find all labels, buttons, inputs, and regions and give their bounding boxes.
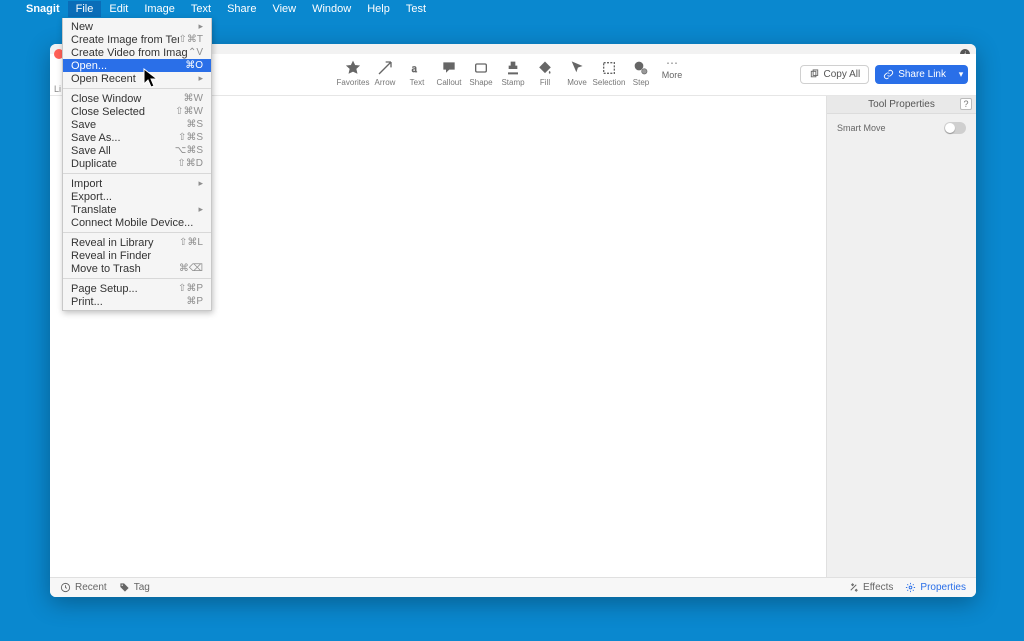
menu-close-window[interactable]: Close Window⌘W: [63, 92, 211, 105]
tool-fill[interactable]: Fill: [532, 60, 558, 87]
menu-close-selected[interactable]: Close Selected⇧⌘W: [63, 105, 211, 118]
menu-export[interactable]: Export...: [63, 190, 211, 203]
menu-separator: [63, 88, 211, 89]
copy-all-button[interactable]: Copy All: [800, 65, 870, 84]
smart-move-row: Smart Move: [827, 114, 976, 142]
tool-step[interactable]: Step: [628, 60, 654, 87]
menubar-item-text[interactable]: Text: [183, 1, 219, 17]
toolbar-right-actions: Copy All Share Link ▾: [800, 54, 969, 95]
help-button[interactable]: ?: [960, 98, 972, 110]
toolbar-tools: Favorites Arrow a Text Callout Shape Sta…: [340, 54, 684, 95]
shape-icon: [473, 60, 489, 76]
menu-open[interactable]: Open...⌘O: [63, 59, 211, 72]
tool-properties-panel: Tool Properties ? Smart Move: [826, 96, 976, 577]
menu-reveal-in-library[interactable]: Reveal in Library⇧⌘L: [63, 236, 211, 249]
effects-icon: [848, 582, 859, 593]
smart-move-toggle[interactable]: [944, 122, 966, 134]
menu-save[interactable]: Save⌘S: [63, 118, 211, 131]
menu-separator: [63, 278, 211, 279]
menu-create-image-from-template[interactable]: Create Image from Template...⇧⌘T: [63, 33, 211, 46]
menubar-item-file[interactable]: File: [68, 1, 102, 17]
footer-effects[interactable]: Effects: [848, 582, 893, 593]
smart-move-label: Smart Move: [837, 123, 886, 133]
share-link-button[interactable]: Share Link: [875, 65, 954, 84]
svg-text:a: a: [412, 61, 418, 75]
menu-separator: [63, 173, 211, 174]
footer-recent[interactable]: Recent: [60, 582, 107, 593]
footer-tag[interactable]: Tag: [119, 582, 150, 593]
menubar-item-test[interactable]: Test: [398, 1, 434, 17]
menu-print[interactable]: Print...⌘P: [63, 295, 211, 308]
callout-icon: [441, 60, 457, 76]
move-icon: [569, 60, 585, 76]
menu-connect-mobile-device[interactable]: Connect Mobile Device...: [63, 216, 211, 229]
clock-icon: [60, 582, 71, 593]
menu-import[interactable]: Import▸: [63, 177, 211, 190]
menubar-item-share[interactable]: Share: [219, 1, 264, 17]
menubar-app-name[interactable]: Snagit: [18, 1, 68, 17]
more-dots-icon: ⋯: [666, 60, 678, 66]
menu-open-recent[interactable]: Open Recent▸: [63, 72, 211, 85]
tool-stamp[interactable]: Stamp: [500, 60, 526, 87]
menu-new[interactable]: New▸: [63, 20, 211, 33]
submenu-icon: ▸: [198, 204, 203, 215]
menubar-item-help[interactable]: Help: [359, 1, 398, 17]
submenu-icon: ▸: [198, 21, 203, 32]
tool-favorites[interactable]: Favorites: [340, 60, 366, 87]
menu-page-setup[interactable]: Page Setup...⇧⌘P: [63, 282, 211, 295]
menubar-item-image[interactable]: Image: [136, 1, 183, 17]
copy-icon: [809, 69, 820, 80]
menu-reveal-in-finder[interactable]: Reveal in Finder: [63, 249, 211, 262]
macos-menubar: Snagit File Edit Image Text Share View W…: [0, 0, 1024, 18]
submenu-icon: ▸: [198, 178, 203, 189]
tool-move[interactable]: Move: [564, 60, 590, 87]
menu-duplicate[interactable]: Duplicate⇧⌘D: [63, 157, 211, 170]
selection-icon: [601, 60, 617, 76]
stamp-icon: [505, 60, 521, 76]
tool-properties-header: Tool Properties ?: [827, 96, 976, 114]
star-icon: [345, 60, 361, 76]
menu-move-to-trash[interactable]: Move to Trash⌘⌫: [63, 262, 211, 275]
step-icon: [633, 60, 649, 76]
link-icon: [883, 69, 894, 80]
arrow-icon: [377, 60, 393, 76]
menubar-item-view[interactable]: View: [264, 1, 304, 17]
menubar-item-edit[interactable]: Edit: [101, 1, 136, 17]
file-menu-dropdown: New▸ Create Image from Template...⇧⌘T Cr…: [62, 18, 212, 311]
menu-translate[interactable]: Translate▸: [63, 203, 211, 216]
menu-save-all[interactable]: Save All⌥⌘S: [63, 144, 211, 157]
menubar-item-window[interactable]: Window: [304, 1, 359, 17]
tool-shape[interactable]: Shape: [468, 60, 494, 87]
footer: Recent Tag Effects Properties: [50, 577, 976, 597]
tool-selection[interactable]: Selection: [596, 60, 622, 87]
menu-separator: [63, 232, 211, 233]
submenu-icon: ▸: [198, 73, 203, 84]
menu-create-video-from-images[interactable]: Create Video from Images...⌃V: [63, 46, 211, 59]
share-link-dropdown[interactable]: ▾: [954, 65, 968, 84]
tool-text[interactable]: a Text: [404, 60, 430, 87]
tool-more[interactable]: ⋯ More: [660, 60, 684, 80]
gear-icon: [905, 582, 916, 593]
footer-properties[interactable]: Properties: [905, 582, 966, 593]
fill-icon: [537, 60, 553, 76]
text-icon: a: [409, 60, 425, 76]
tag-icon: [119, 582, 130, 593]
share-link-group: Share Link ▾: [875, 65, 968, 84]
menu-save-as[interactable]: Save As...⇧⌘S: [63, 131, 211, 144]
tool-callout[interactable]: Callout: [436, 60, 462, 87]
tool-arrow[interactable]: Arrow: [372, 60, 398, 87]
